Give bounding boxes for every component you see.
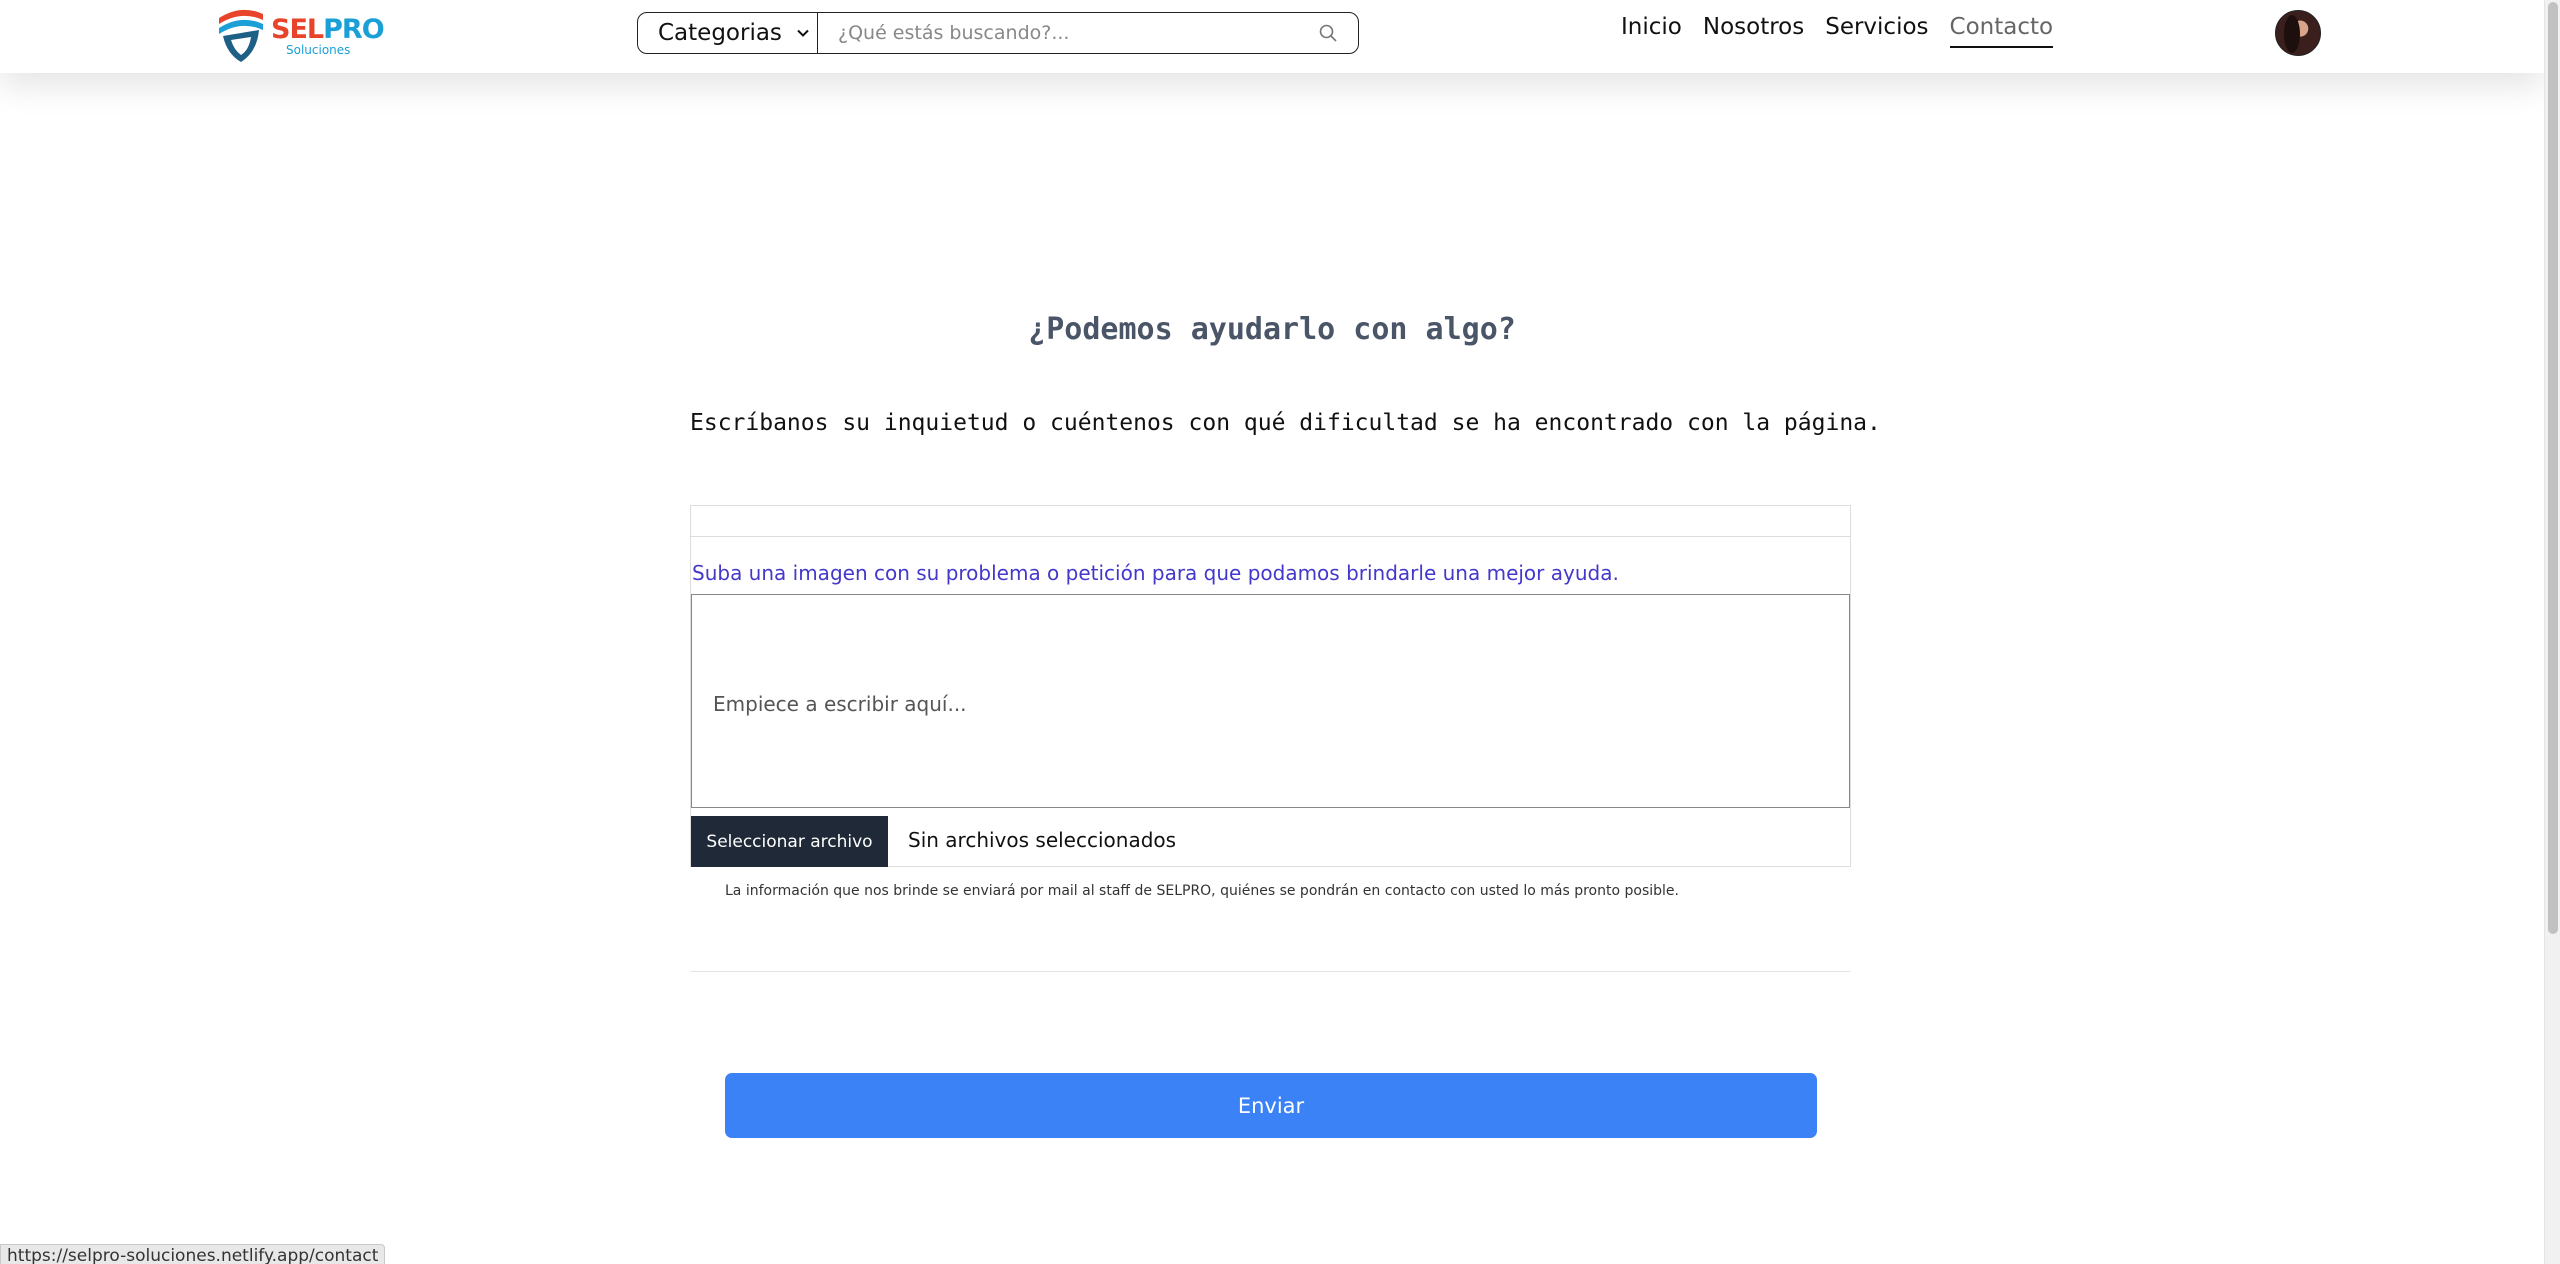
main-nav: Inicio Nosotros Servicios Contacto [1621, 14, 2074, 48]
message-textarea[interactable] [691, 594, 1850, 808]
nav-contacto[interactable]: Contacto [1949, 14, 2054, 48]
page: SELPRO Soluciones Categorias Inicio Noso… [0, 0, 2560, 1264]
page-title: ¿Podemos ayudarlo con algo? [1028, 312, 1516, 347]
navbar: SELPRO Soluciones Categorias Inicio Noso… [0, 0, 2544, 73]
disclaimer-text: La información que nos brinde se enviará… [725, 883, 1679, 899]
upload-hint: Suba una imagen con su problema o petici… [692, 561, 1619, 585]
file-status: Sin archivos seleccionados [908, 828, 1177, 852]
search-input[interactable] [818, 13, 1318, 53]
chevron-down-icon [797, 29, 809, 37]
categories-label: Categorias [658, 20, 782, 46]
scrollbar-thumb[interactable] [2548, 2, 2558, 934]
submit-button[interactable]: Enviar [725, 1073, 1817, 1138]
shield-logo-icon [219, 9, 263, 62]
nav-servicios[interactable]: Servicios [1825, 14, 1928, 48]
scrollbar[interactable] [2544, 0, 2560, 1264]
logo-wordmark: SELPRO [271, 14, 385, 45]
contact-form: Suba una imagen con su problema o petici… [690, 505, 1851, 867]
avatar[interactable] [2275, 10, 2321, 56]
subject-field[interactable] [691, 506, 1850, 537]
logo[interactable]: SELPRO Soluciones [213, 4, 385, 64]
nav-nosotros[interactable]: Nosotros [1703, 14, 1804, 48]
status-bar-url: https://selpro-soluciones.netlify.app/co… [0, 1244, 386, 1264]
divider [690, 971, 1851, 972]
select-file-button[interactable]: Seleccionar archivo [691, 816, 888, 867]
search-icon[interactable] [1318, 23, 1338, 43]
intro-text: Escríbanos su inquietud o cuéntenos con … [690, 410, 1881, 436]
nav-inicio[interactable]: Inicio [1621, 14, 1682, 48]
search-bar: Categorias [637, 12, 1359, 54]
categories-dropdown[interactable]: Categorias [638, 13, 818, 53]
logo-subtitle: Soluciones [286, 43, 351, 57]
